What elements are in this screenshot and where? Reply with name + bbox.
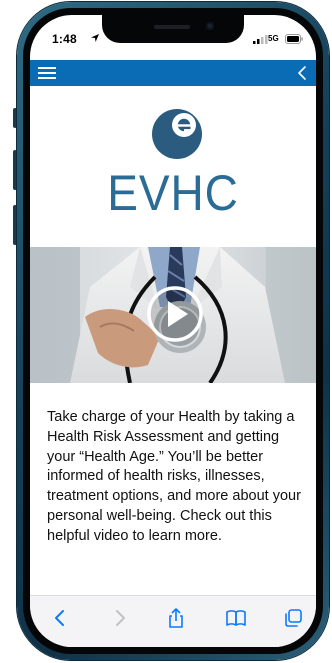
location-arrow-icon [91, 34, 99, 42]
status-time: 1:48 [52, 32, 77, 46]
play-icon[interactable] [146, 285, 204, 343]
description-text: Take charge of your Health by taking a H… [47, 409, 301, 544]
chevron-left-icon[interactable] [296, 65, 308, 81]
screenshot: 1:48 5G EVHC Take charge of your Health … [0, 0, 332, 663]
phone-screen: 1:48 5G EVHC Take charge of your Health … [30, 15, 316, 647]
forward-chevron-icon[interactable] [110, 608, 130, 628]
signal-bars-icon [253, 35, 268, 44]
bookmarks-icon[interactable] [226, 608, 246, 628]
battery-icon [285, 34, 303, 44]
phone-frame: 1:48 5G EVHC Take charge of your Health … [17, 2, 329, 660]
front-camera [206, 22, 214, 30]
evhc-logo-icon [152, 109, 202, 159]
tabs-icon[interactable] [283, 608, 303, 628]
network-type: 5G [268, 34, 279, 43]
brand-name: EVHC [107, 165, 239, 221]
notch [102, 15, 244, 43]
back-chevron-icon[interactable] [50, 608, 70, 628]
app-nav-bar [30, 60, 316, 86]
speaker-grille [154, 25, 190, 29]
video-player[interactable] [30, 247, 316, 383]
browser-toolbar [30, 595, 316, 647]
share-icon[interactable] [166, 608, 186, 628]
hamburger-menu-icon[interactable] [38, 65, 56, 81]
